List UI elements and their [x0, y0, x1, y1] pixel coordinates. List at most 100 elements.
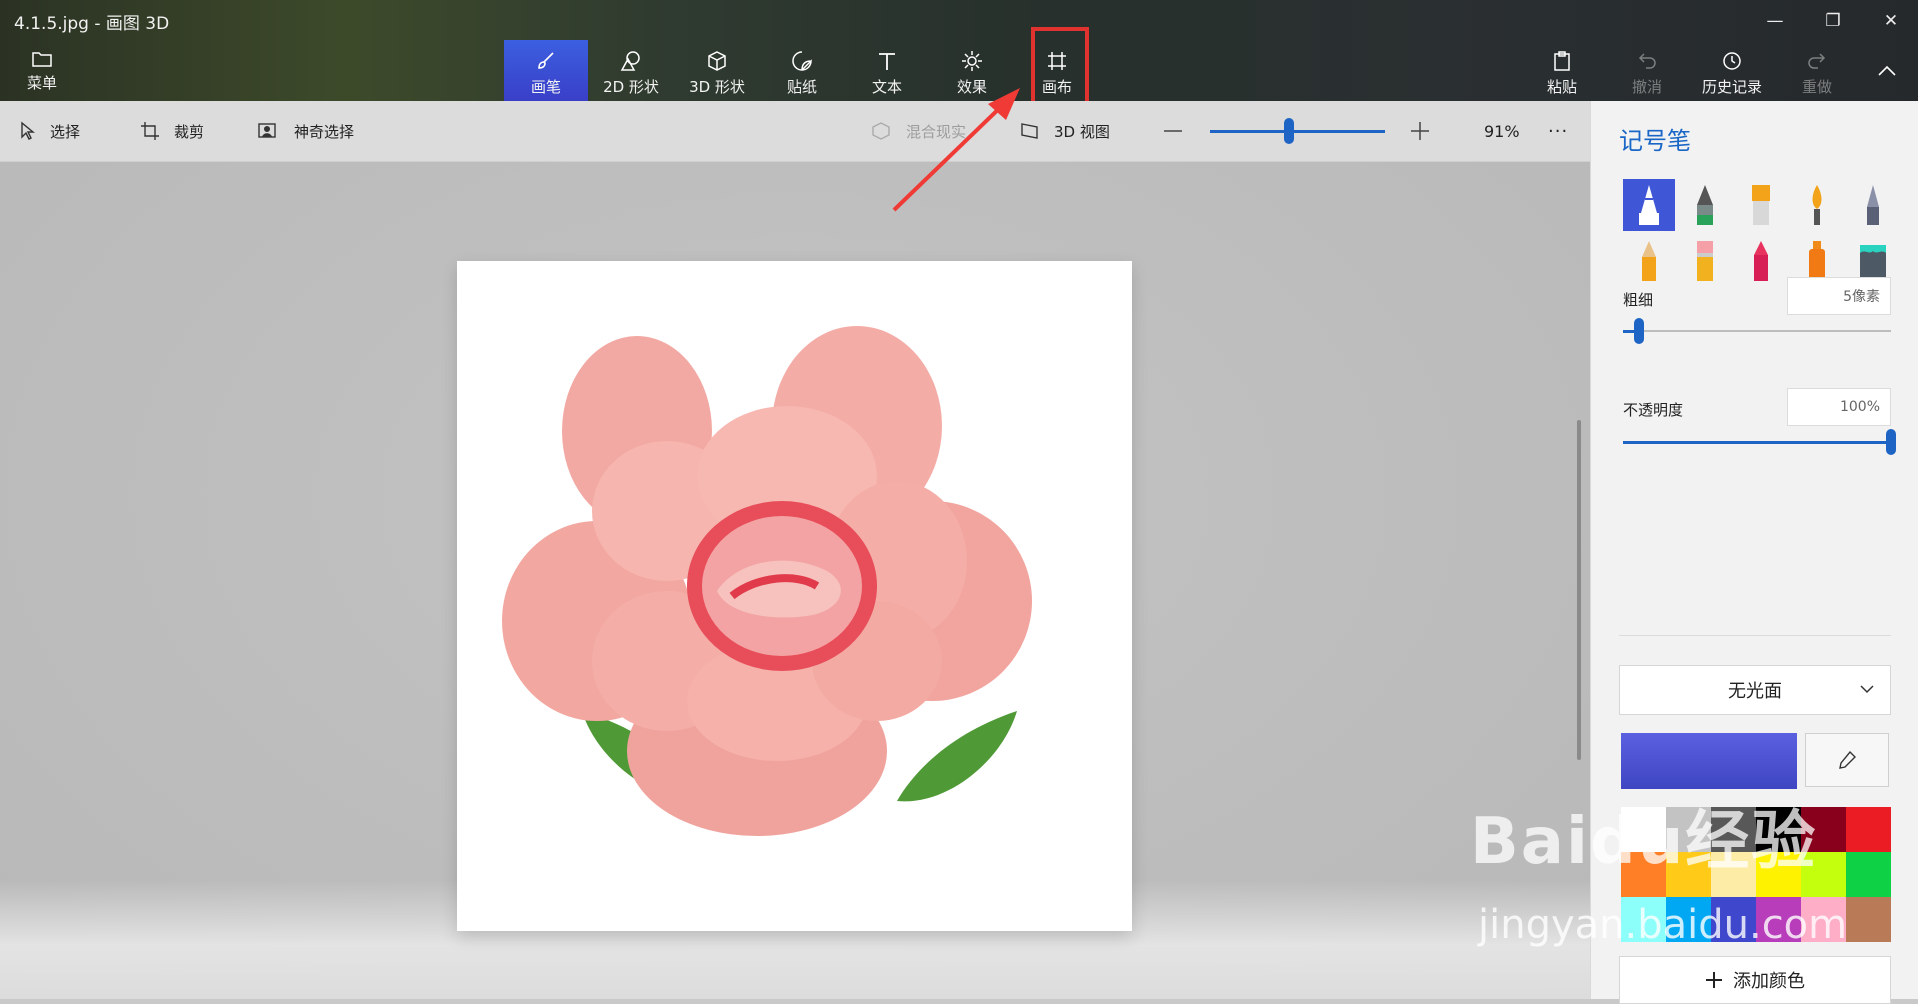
paste-icon	[1554, 51, 1570, 71]
crop-label: 裁剪	[174, 122, 205, 141]
opacity-slider[interactable]	[1623, 429, 1896, 455]
brush-eraser[interactable]	[1679, 235, 1731, 287]
tool-label: 贴纸	[786, 78, 817, 96]
highlight-box	[1031, 27, 1089, 107]
thickness-label: 粗细	[1623, 291, 1654, 309]
zoom-slider-thumb[interactable]	[1284, 118, 1294, 144]
3d-shapes-icon	[708, 51, 726, 71]
chevron-down-icon	[1860, 685, 1874, 694]
brush-calligraphy-pen[interactable]	[1679, 179, 1731, 231]
add-color-button[interactable]: 添加颜色	[1619, 956, 1891, 1004]
tool-label: 画笔	[530, 78, 561, 96]
add-color-label: 添加颜色	[1733, 971, 1805, 992]
eyedropper-button[interactable]	[1805, 733, 1889, 787]
watercolor-icon	[1812, 185, 1822, 225]
menu-button[interactable]: 菜单	[0, 40, 84, 101]
color-swatch[interactable]	[1846, 897, 1891, 942]
opacity-thumb[interactable]	[1886, 429, 1896, 455]
marker-icon	[1639, 185, 1659, 225]
tool-label: 2D 形状	[603, 78, 659, 96]
brush-icon	[538, 52, 554, 69]
history-button[interactable]: 历史记录	[1690, 40, 1774, 101]
panel-divider	[1619, 635, 1891, 636]
history-label: 历史记录	[1701, 78, 1762, 96]
chevron-up-icon	[1878, 65, 1896, 76]
pencil-icon	[1642, 241, 1656, 281]
undo-label: 撤消	[1631, 78, 1662, 96]
panel-title: 记号笔	[1619, 127, 1691, 155]
effects-icon	[962, 51, 982, 71]
paste-label: 粘贴	[1546, 78, 1577, 96]
canvas[interactable]	[457, 261, 1132, 931]
brush-pencil[interactable]	[1623, 235, 1675, 287]
thickness-input[interactable]: 5像素	[1787, 277, 1891, 315]
tool-brushes[interactable]: 画笔	[504, 40, 588, 101]
color-swatch[interactable]	[1846, 807, 1891, 852]
tool-3d-shapes[interactable]: 3D 形状	[675, 40, 759, 101]
restore-button[interactable]: ❐	[1808, 6, 1858, 36]
sticker-icon	[792, 51, 812, 71]
3d-view-label: 3D 视图	[1054, 122, 1110, 141]
baidu-watermark-url: jingyan.baidu.com	[1478, 902, 1848, 948]
select-label: 选择	[50, 122, 81, 141]
finish-dropdown[interactable]: 无光面	[1619, 665, 1891, 715]
rose-cushion-image	[502, 326, 1032, 836]
brush-oil[interactable]	[1735, 179, 1787, 231]
more-options-button[interactable]: ···	[1548, 101, 1568, 161]
cursor-icon	[21, 121, 35, 140]
canvas-scrollbar[interactable]	[1577, 420, 1581, 760]
thickness-slider[interactable]	[1623, 318, 1891, 344]
crop-button[interactable]: 裁剪	[140, 101, 204, 161]
zoom-slider-track	[1210, 130, 1385, 133]
plus-icon	[1706, 972, 1722, 988]
collapse-toolbar-button[interactable]	[1862, 56, 1912, 86]
brush-watercolor[interactable]	[1791, 179, 1843, 231]
eyedropper-icon	[1839, 750, 1856, 769]
opacity-fill	[1623, 441, 1891, 444]
undo-icon	[1638, 53, 1656, 69]
crop-icon	[141, 122, 159, 140]
undo-button[interactable]: 撤消	[1605, 40, 1689, 101]
calligraphy-pen-icon	[1697, 185, 1713, 225]
baidu-watermark-logo: Baidu经验	[1470, 805, 1818, 879]
zoom-out-button[interactable]	[1163, 101, 1197, 161]
paste-button[interactable]: 粘贴	[1520, 40, 1604, 101]
eraser-icon	[1697, 241, 1713, 281]
selected-color-swatch[interactable]	[1621, 733, 1797, 789]
2d-shapes-icon	[620, 51, 640, 71]
magic-select-icon	[258, 123, 276, 138]
finish-value: 无光面	[1728, 681, 1782, 702]
zoom-slider[interactable]	[1210, 118, 1385, 144]
3d-view-button[interactable]: 3D 视图	[1020, 101, 1110, 161]
arrow-annotation	[892, 88, 1020, 212]
close-button[interactable]: ✕	[1866, 6, 1916, 36]
thickness-thumb[interactable]	[1634, 318, 1644, 344]
brush-pixel-pen[interactable]	[1847, 179, 1899, 231]
redo-label: 重做	[1801, 78, 1832, 96]
window-title: 4.1.5.jpg - 画图 3D	[14, 14, 170, 34]
folder-icon	[32, 52, 52, 67]
minus-icon	[1164, 130, 1182, 132]
pixel-pen-icon	[1867, 185, 1879, 225]
thickness-track	[1623, 330, 1891, 332]
magic-select-button[interactable]: 神奇选择	[258, 101, 354, 161]
plus-icon	[1411, 122, 1429, 140]
brush-marker[interactable]	[1623, 179, 1675, 231]
text-icon	[879, 53, 895, 70]
opacity-label: 不透明度	[1623, 401, 1684, 419]
minimize-button[interactable]: —	[1750, 6, 1800, 36]
history-icon	[1723, 52, 1741, 70]
zoom-in-button[interactable]	[1410, 101, 1444, 161]
magic-select-label: 神奇选择	[294, 122, 355, 141]
oil-brush-icon	[1752, 185, 1770, 225]
zoom-value: 91%	[1484, 121, 1520, 141]
tool-stickers[interactable]: 贴纸	[760, 40, 844, 101]
menu-label: 菜单	[26, 74, 57, 92]
opacity-input[interactable]: 100%	[1787, 388, 1891, 426]
brush-crayon[interactable]	[1735, 235, 1787, 287]
crayon-icon	[1754, 241, 1768, 281]
select-button[interactable]: 选择	[20, 101, 80, 161]
tool-2d-shapes[interactable]: 2D 形状	[589, 40, 673, 101]
color-swatch[interactable]	[1846, 852, 1891, 897]
redo-button[interactable]: 重做	[1775, 40, 1859, 101]
